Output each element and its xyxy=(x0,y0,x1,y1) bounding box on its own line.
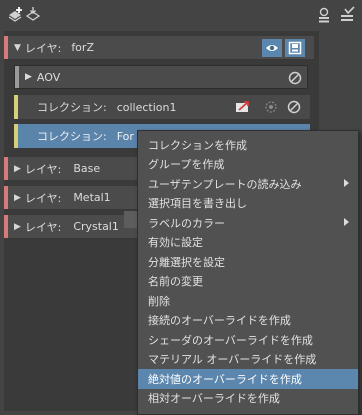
menu-item-create-material-override[interactable]: マテリアル オーバーライドを作成 xyxy=(138,350,358,370)
layer-color-stripe xyxy=(4,215,8,238)
collection-prefix: コレクション: xyxy=(37,130,107,143)
context-menu-anchor xyxy=(124,211,138,228)
menu-item-export-selected[interactable]: 選択項目を書き出し xyxy=(138,194,358,214)
menu-item-load-user-template[interactable]: ユーザテンプレートの読み込み xyxy=(138,174,358,194)
layer-color-stripe xyxy=(4,36,8,59)
layer-prefix: レイヤ: xyxy=(24,220,62,234)
menu-item-set-enabled[interactable]: 有効に設定 xyxy=(138,233,358,253)
collection-name: For xyxy=(116,129,134,143)
layer-prefix: レイヤ: xyxy=(24,162,62,176)
disable-icon[interactable] xyxy=(286,69,304,87)
menu-item-label-color[interactable]: ラベルのカラー xyxy=(138,213,358,233)
override-arrow-icon[interactable] xyxy=(234,98,252,116)
collection-color-stripe xyxy=(14,124,18,148)
expand-arrow-right-icon[interactable]: ▶ xyxy=(14,222,21,232)
menu-item-set-isolate-select[interactable]: 分離選択を設定 xyxy=(138,252,358,272)
aov-label: AOV xyxy=(36,70,61,84)
expand-arrow-right-icon[interactable]: ▶ xyxy=(14,164,21,174)
menu-item-create-shader-override[interactable]: シェーダのオーバーライドを作成 xyxy=(138,330,358,350)
aov-row[interactable]: ▶ AOV xyxy=(14,65,308,89)
render-layer-icon[interactable] xyxy=(285,39,305,57)
isolate-select-icon[interactable] xyxy=(262,98,280,116)
aov-color-stripe xyxy=(15,66,19,88)
submenu-arrow-icon xyxy=(344,179,349,187)
collection-row-collection1[interactable]: コレクション: collection1 xyxy=(14,95,310,119)
menu-item-delete[interactable]: 削除 xyxy=(138,291,358,311)
expand-arrow-right-icon[interactable]: ▶ xyxy=(25,72,32,82)
layer-prefix: レイヤ: xyxy=(24,41,62,55)
menu-item-create-connection-override[interactable]: 接続のオーバーライドを作成 xyxy=(138,311,358,331)
menu-item-create-collection[interactable]: コレクションを作成 xyxy=(138,135,358,155)
collection-prefix: コレクション: xyxy=(37,101,107,114)
expand-arrow-down-icon[interactable]: ▼ xyxy=(14,43,21,53)
context-menu: コレクションを作成 グループを作成 ユーザテンプレートの読み込み 選択項目を書き… xyxy=(137,130,359,415)
import-icon[interactable] xyxy=(24,6,42,24)
expand-arrow-right-icon[interactable]: ▶ xyxy=(14,193,21,203)
add-layer-icon[interactable] xyxy=(6,6,24,24)
menu-item-create-relative-override[interactable]: 相対オーバーライドを作成 xyxy=(138,389,358,409)
layer-name: forZ xyxy=(71,41,94,54)
collection-name: collection1 xyxy=(116,100,177,114)
collection-color-stripe xyxy=(14,95,18,119)
layer-color-stripe xyxy=(4,157,8,180)
layer-prefix: レイヤ: xyxy=(24,191,62,205)
layer-color-stripe xyxy=(4,186,8,209)
visibility-eye-icon[interactable] xyxy=(262,39,282,57)
menu-item-create-absolute-override[interactable]: 絶対値のオーバーライドを作成 xyxy=(138,369,358,389)
layer-name: Crystal1 xyxy=(73,220,119,233)
layer-name: Metal1 xyxy=(73,191,111,204)
toolbar xyxy=(0,0,362,30)
menu-item-create-group[interactable]: グループを作成 xyxy=(138,155,358,175)
checklist-icon[interactable] xyxy=(338,6,356,24)
submenu-arrow-icon xyxy=(344,218,349,226)
layer-row-forz[interactable]: ▼ レイヤ: forZ xyxy=(4,36,314,60)
layer-name: Base xyxy=(73,162,101,175)
render-settings-icon[interactable] xyxy=(315,6,333,24)
menu-item-rename[interactable]: 名前の変更 xyxy=(138,272,358,292)
disable-icon[interactable] xyxy=(285,98,303,116)
